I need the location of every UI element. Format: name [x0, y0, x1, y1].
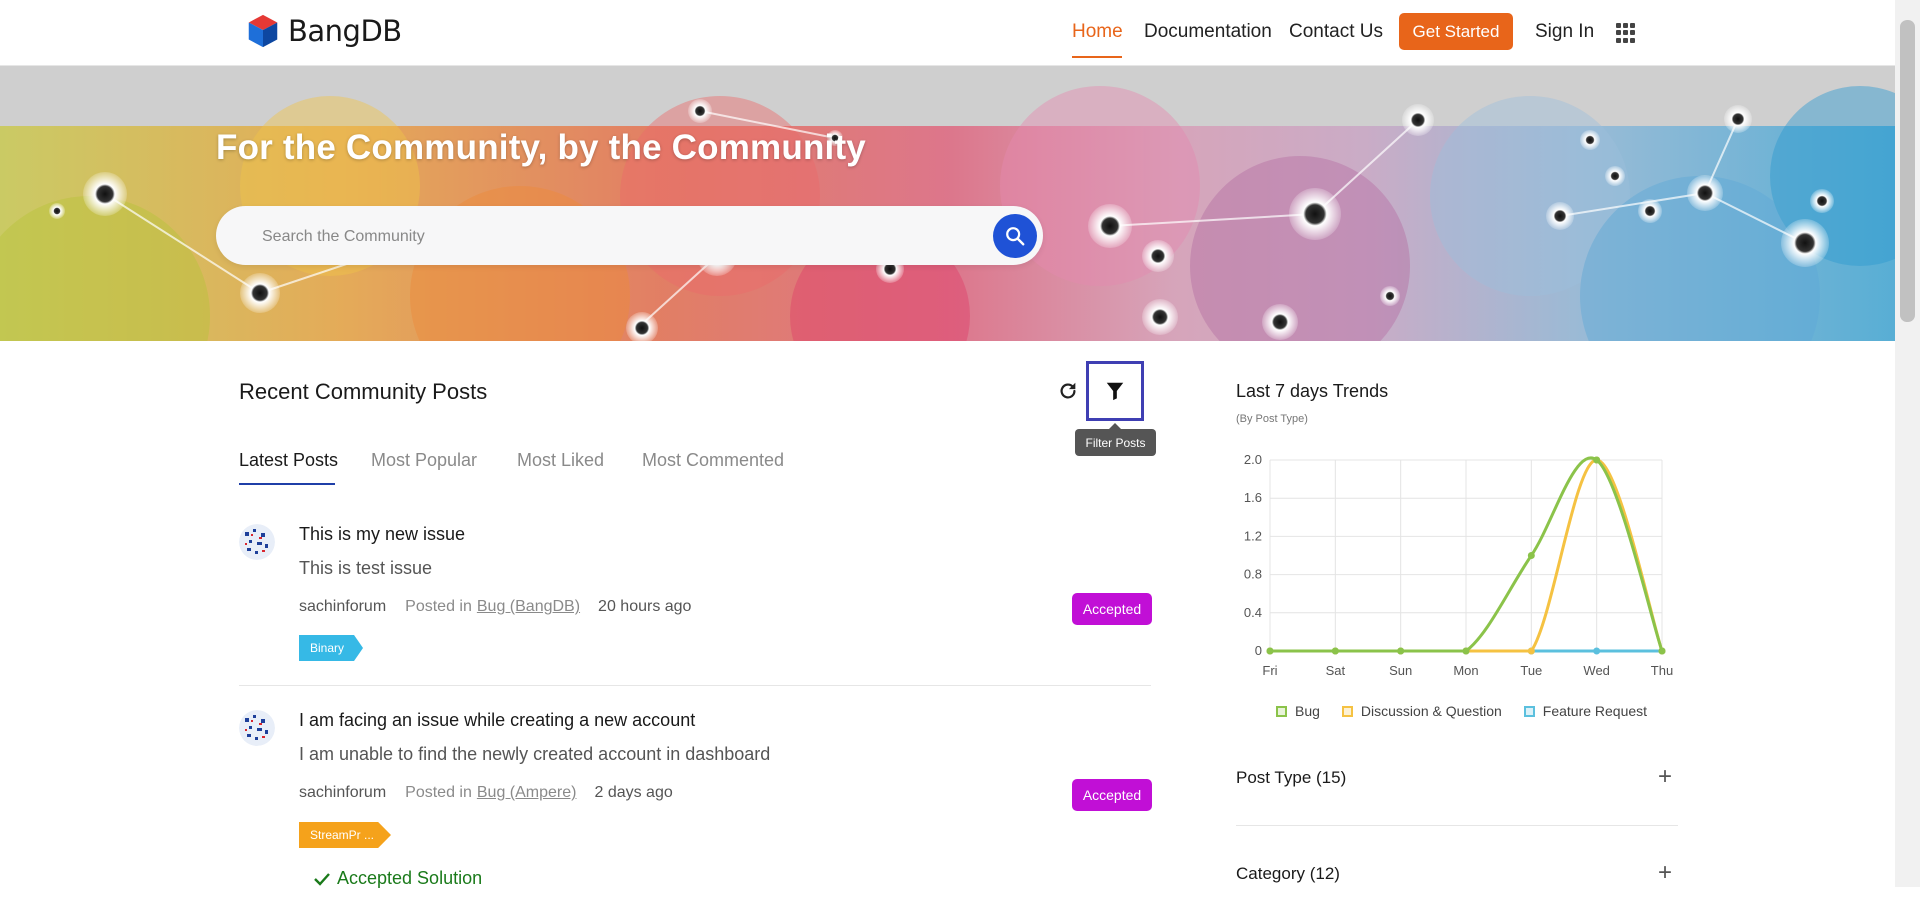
data-point: [1331, 647, 1339, 655]
x-tick-label: Fri: [1262, 663, 1277, 678]
legend-label: Feature Request: [1542, 703, 1648, 719]
post-author[interactable]: sachinforum: [299, 598, 386, 616]
post-category-link[interactable]: Bug (Ampere): [477, 784, 577, 802]
trends-heading: Last 7 days Trends: [1236, 381, 1389, 401]
accordion-post-type[interactable]: Post Type (15) +: [1236, 765, 1678, 808]
post-divider: [239, 685, 1151, 686]
legend-item-bug[interactable]: Bug: [1276, 703, 1320, 719]
data-point: [1658, 647, 1666, 655]
tab-latest-posts[interactable]: Latest Posts: [239, 450, 338, 471]
post-excerpt: This is test issue: [299, 558, 433, 578]
status-badge: Accepted: [1072, 779, 1152, 811]
logo[interactable]: BangDB: [244, 12, 402, 50]
posted-in-label: Posted in: [405, 598, 472, 615]
post-title[interactable]: This is my new issue: [299, 524, 465, 545]
legend-item-feature-request[interactable]: Feature Request: [1523, 703, 1648, 719]
x-tick-label: Sat: [1326, 663, 1346, 678]
posted-in-label: Posted in: [405, 784, 472, 801]
filter-posts-button[interactable]: [1086, 361, 1144, 421]
x-tick-label: Thu: [1651, 663, 1673, 678]
post-meta: sachinforum Posted in Bug (Ampere) 2 day…: [299, 784, 673, 802]
search-icon: [1006, 227, 1025, 246]
search-button[interactable]: [993, 214, 1037, 258]
x-tick-label: Sun: [1389, 663, 1412, 678]
sign-in-link[interactable]: Sign In: [1535, 21, 1594, 43]
data-point: [1462, 647, 1470, 655]
hero-background-image: [0, 66, 1895, 341]
nav-home-underline: [1072, 56, 1122, 58]
expand-plus-icon[interactable]: +: [1658, 765, 1672, 789]
page-scrollbar[interactable]: [1895, 0, 1920, 887]
y-tick-label: 1.6: [1244, 490, 1262, 505]
post-excerpt: I am unable to find the newly created ac…: [299, 744, 771, 764]
avatar[interactable]: [239, 710, 275, 746]
hero-title: For the Community, by the Community: [216, 128, 866, 167]
post-category-link[interactable]: Bug (BangDB): [477, 598, 580, 616]
post-tag[interactable]: StreamPr ...: [299, 822, 391, 848]
accordion-label: Post Type (15): [1236, 768, 1347, 787]
y-tick-label: 0.8: [1244, 567, 1262, 582]
status-badge: Accepted: [1072, 593, 1152, 625]
filter-posts-tooltip: Filter Posts: [1075, 423, 1156, 456]
checkmark-icon: [314, 872, 330, 886]
accordion-category[interactable]: Category (12) +: [1236, 861, 1678, 904]
post-title[interactable]: I am facing an issue while creating a ne…: [299, 710, 695, 731]
recent-posts-heading: Recent Community Posts: [239, 379, 488, 404]
hero-banner: For the Community, by the Community: [0, 66, 1895, 341]
post-time: 2 days ago: [594, 784, 673, 801]
avatar[interactable]: [239, 524, 275, 560]
chart-legend: Bug Discussion & Question Feature Reques…: [1276, 703, 1647, 719]
legend-swatch: [1523, 705, 1535, 717]
y-tick-label: 0.4: [1244, 605, 1262, 620]
data-point: [1527, 552, 1535, 559]
trends-line-chart: 2.0 1.6 1.2 0.8 0.4 0Fri Sat Sun Mon Tue Wed Thu: [1244, 452, 1673, 678]
legend-item-discussion[interactable]: Discussion & Question: [1341, 703, 1502, 719]
data-point: [1593, 647, 1601, 655]
community-search-input[interactable]: [260, 206, 964, 267]
tab-most-liked[interactable]: Most Liked: [517, 450, 604, 471]
tab-most-popular[interactable]: Most Popular: [371, 450, 477, 471]
accepted-solution-label: Accepted Solution: [313, 868, 482, 889]
nav-documentation[interactable]: Documentation: [1144, 21, 1272, 43]
y-tick-label: 1.2: [1244, 528, 1262, 543]
accepted-solution-text[interactable]: Accepted Solution: [337, 868, 482, 889]
data-point: [1527, 647, 1535, 655]
post-tag[interactable]: Binary: [299, 635, 363, 661]
data-point: [1266, 647, 1274, 655]
post-meta: sachinforum Posted in Bug (BangDB) 20 ho…: [299, 598, 691, 616]
community-search-box: [216, 206, 1043, 267]
apps-grid-icon[interactable]: [1616, 23, 1636, 43]
legend-label: Discussion & Question: [1360, 703, 1502, 719]
logo-text: BangDB: [288, 14, 402, 48]
legend-swatch: [1276, 705, 1287, 717]
filter-icon: [1106, 382, 1124, 401]
nav-contact-us[interactable]: Contact Us: [1289, 21, 1383, 43]
refresh-icon[interactable]: [1057, 380, 1079, 402]
legend-swatch: [1341, 705, 1353, 717]
x-tick-label: Tue: [1520, 663, 1542, 678]
trends-subheading: (By Post Type): [1236, 413, 1308, 425]
post-author[interactable]: sachinforum: [299, 784, 386, 802]
nav-home[interactable]: Home: [1072, 21, 1123, 43]
legend-label: Bug: [1295, 703, 1320, 719]
data-point: [1397, 647, 1405, 655]
bangdb-logo-icon: [248, 14, 278, 48]
tab-most-commented[interactable]: Most Commented: [642, 450, 784, 471]
accordion-divider: [1236, 825, 1678, 826]
y-tick-label: 2.0: [1244, 452, 1262, 467]
get-started-button[interactable]: Get Started: [1399, 13, 1513, 50]
expand-plus-icon[interactable]: +: [1658, 861, 1672, 885]
y-tick-label: 0: [1255, 643, 1262, 658]
x-tick-label: Wed: [1583, 663, 1610, 678]
top-navbar: BangDB Home Documentation Contact Us Get…: [0, 0, 1895, 66]
x-tick-label: Mon: [1453, 663, 1478, 678]
data-point: [1593, 456, 1601, 464]
accordion-label: Category (12): [1236, 864, 1340, 883]
active-tab-indicator: [239, 483, 335, 485]
scrollbar-thumb[interactable]: [1900, 20, 1915, 322]
post-time: 20 hours ago: [598, 598, 692, 615]
